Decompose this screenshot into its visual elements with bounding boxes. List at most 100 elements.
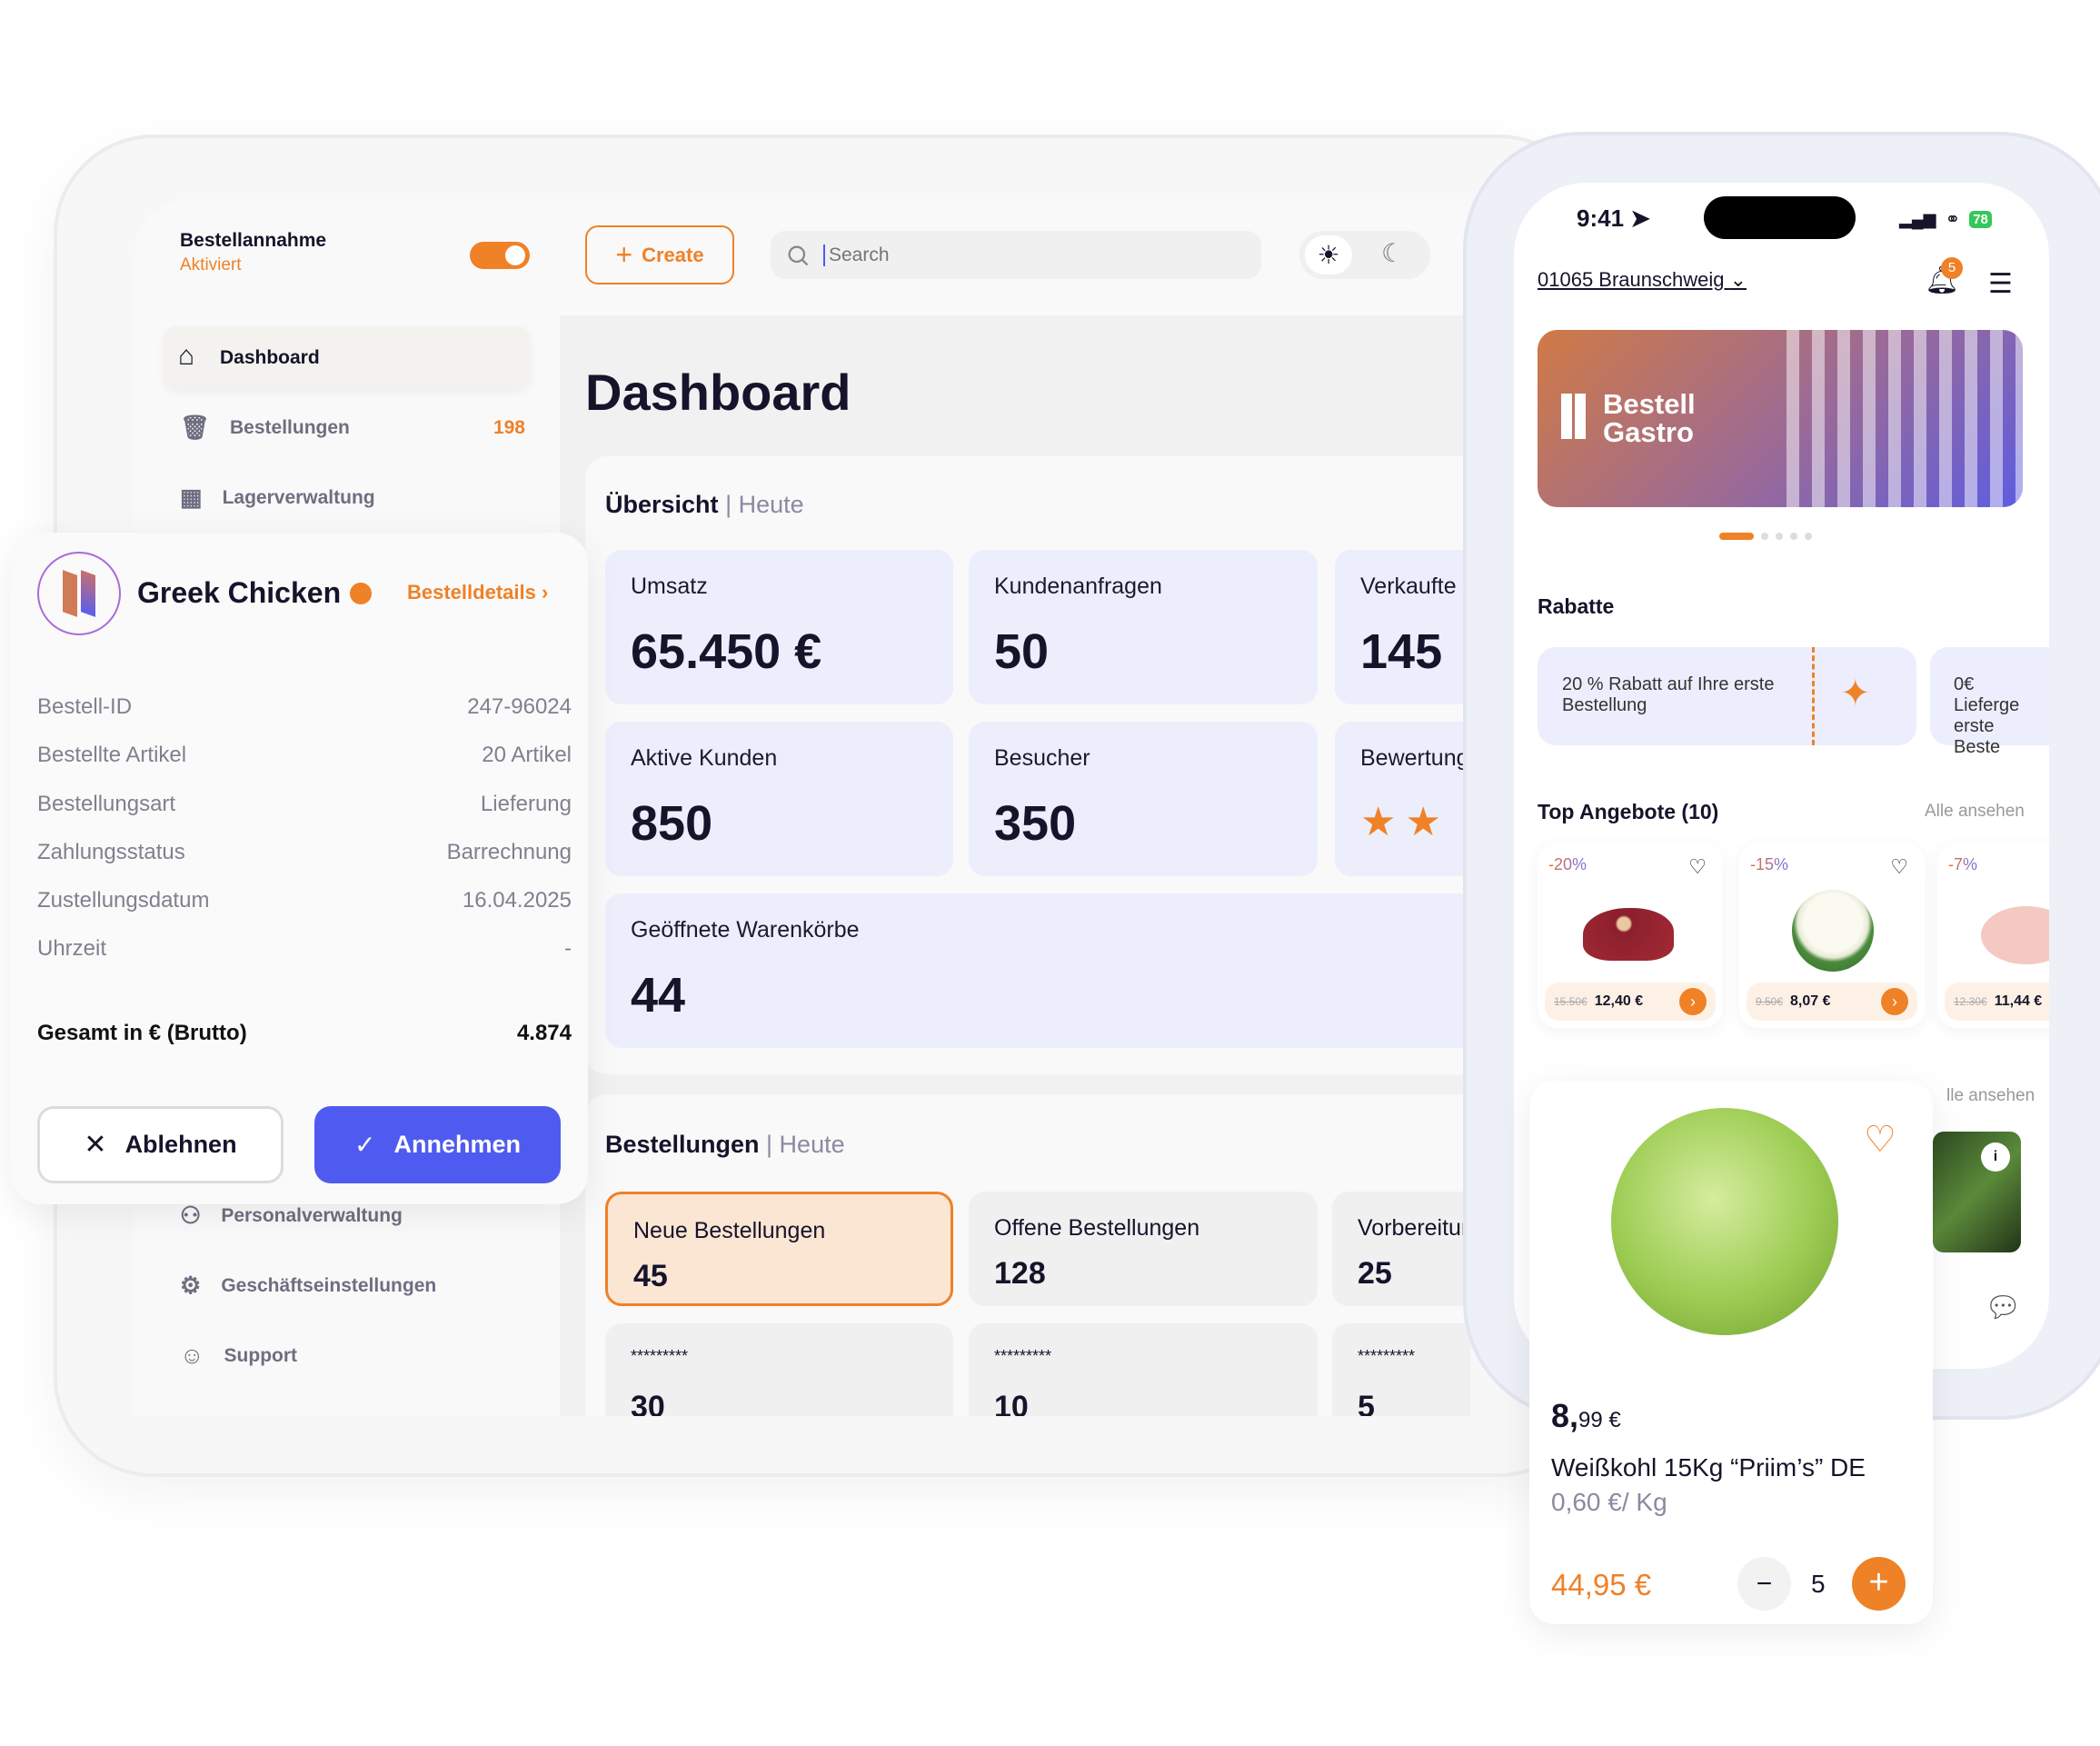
sidebar-item-label: Geschäftseinstellungen: [221, 1274, 437, 1296]
detail-row: Bestell-ID 247-96024: [37, 694, 572, 719]
detail-row: Bestellte Artikel 20 Artikel: [37, 743, 572, 767]
product-detail-card[interactable]: ♡ 8,99 € Weißkohl 15Kg “Priim’s” DE 0,60…: [1529, 1081, 1933, 1624]
sun-icon[interactable]: ☀: [1305, 235, 1352, 274]
order-value: 5: [1358, 1390, 1375, 1416]
restaurant-avatar: [37, 552, 121, 635]
order-label: *********: [1358, 1347, 1416, 1365]
stat-card-rating[interactable]: Bewertung ★★: [1335, 722, 1470, 876]
stat-card-visitors[interactable]: Besucher 350: [969, 722, 1318, 876]
chevron-right-icon: ›: [1881, 988, 1908, 1015]
gear-icon: ⚙: [180, 1272, 202, 1299]
carousel-dots[interactable]: [1719, 533, 1812, 540]
stat-value: 44: [631, 968, 686, 1023]
restaurant-name: Greek Chicken: [137, 576, 373, 610]
sidebar-item-support[interactable]: ☺ Support: [180, 1342, 297, 1370]
search-bar[interactable]: [771, 231, 1261, 279]
reject-button[interactable]: ✕ Ablehnen: [37, 1106, 284, 1183]
discount-card[interactable]: 0€ Lieferge erste Beste: [1930, 647, 2049, 757]
heart-icon[interactable]: ♡: [1864, 1119, 1896, 1161]
orders-count-badge: 198: [493, 416, 525, 438]
offer-card[interactable]: -7% 12.30€ 11,44 €: [1937, 843, 2049, 1028]
order-card-open[interactable]: Offene Bestellungen 128: [969, 1192, 1318, 1306]
overview-heading: Übersicht | Heute: [605, 491, 804, 518]
meat-image: [1583, 908, 1674, 961]
search-input[interactable]: [823, 244, 1075, 266]
order-value: 30: [631, 1390, 665, 1416]
order-acceptance-toggle[interactable]: [470, 242, 530, 269]
sidebar-item-label: Bestellungen: [230, 416, 350, 438]
order-label: *********: [631, 1347, 689, 1365]
moon-icon[interactable]: ☾: [1381, 238, 1404, 268]
sidebar-item-label: Support: [224, 1344, 298, 1366]
accept-button[interactable]: ✓ Annehmen: [314, 1106, 561, 1183]
increase-quantity-button[interactable]: +: [1852, 1557, 1906, 1611]
see-all-link[interactable]: lle ansehen: [1946, 1086, 2035, 1106]
stat-card-inquiries[interactable]: Kundenanfragen 50: [969, 550, 1318, 704]
store-image[interactable]: i: [1933, 1132, 2021, 1252]
order-details-link[interactable]: Bestelldetails ›: [407, 581, 548, 604]
chevron-right-icon: ›: [1679, 988, 1707, 1015]
smiley-icon: ☺: [180, 1342, 204, 1369]
stat-value: 350: [994, 796, 1077, 851]
order-card-new[interactable]: Neue Bestellungen 45: [605, 1192, 953, 1306]
sidebar-item-staff[interactable]: ⚇ Personalverwaltung: [180, 1202, 403, 1230]
chevron-down-icon: ⌄: [1729, 268, 1747, 291]
order-label: Neue Bestellungen: [633, 1218, 826, 1243]
sidebar-item-dashboard[interactable]: ⌂ Dashboard: [164, 326, 530, 388]
menu-icon[interactable]: ☰: [1988, 268, 2013, 300]
sidebar-item-settings[interactable]: ⚙ Geschäftseinstellungen: [180, 1272, 436, 1300]
users-icon: ⚇: [180, 1202, 202, 1229]
product-price: 8,99 €: [1551, 1397, 1621, 1434]
order-value: 45: [633, 1259, 668, 1293]
heart-icon: ♡: [1890, 855, 1908, 878]
order-card-preparing[interactable]: Vorbereitur 25: [1332, 1192, 1470, 1306]
close-icon: ✕: [84, 1130, 107, 1160]
create-button[interactable]: + Create: [585, 225, 734, 284]
chat-icon[interactable]: 💬︎: [1985, 1290, 2022, 1324]
stat-card-open-carts[interactable]: Geöffnete Warenkörbe 44: [605, 893, 1470, 1048]
stat-value: 850: [631, 796, 713, 851]
offer-card[interactable]: -15% ♡ 9.50€ 8,07 € ›: [1739, 843, 1925, 1028]
order-card[interactable]: ********* 5: [1332, 1323, 1470, 1416]
sidebar-item-label: Personalverwaltung: [221, 1204, 403, 1226]
order-value: 10: [994, 1390, 1029, 1416]
dynamic-island: [1704, 196, 1856, 239]
search-icon: [788, 245, 809, 265]
decrease-quantity-button[interactable]: −: [1737, 1557, 1791, 1611]
star-icon: ★: [1405, 800, 1450, 844]
stat-card-sold[interactable]: Verkaufte 145: [1335, 550, 1470, 704]
order-card[interactable]: ********* 30: [605, 1323, 953, 1416]
discount-card[interactable]: 20 % Rabatt auf Ihre erste Bestellung ✦: [1538, 647, 1916, 745]
stat-card-active-customers[interactable]: Aktive Kunden 850: [605, 722, 953, 876]
order-label: Offene Bestellungen: [994, 1215, 1200, 1241]
chevron-right-icon: ›: [541, 581, 549, 604]
stat-value: 65.450 €: [631, 624, 822, 679]
product-total: 44,95 €: [1551, 1568, 1652, 1601]
status-icons: ▂▄▆ ⚭ 78: [1899, 208, 1992, 231]
cabbage-image: [1611, 1108, 1838, 1335]
offer-card[interactable]: -20% ♡ 15.50€ 12,40 € ›: [1538, 843, 1723, 1028]
offers-heading: Top Angebote (10): [1538, 800, 1719, 823]
theme-switch[interactable]: ☀ ☾: [1299, 231, 1430, 279]
order-card[interactable]: ********* 10: [969, 1323, 1318, 1416]
see-all-link[interactable]: Alle ansehen: [1925, 802, 2025, 822]
stat-card-revenue[interactable]: Umsatz 65.450 €: [605, 550, 953, 704]
detail-row: Zustellungsdatum 16.04.2025: [37, 888, 572, 913]
order-value: 128: [994, 1256, 1046, 1291]
toggle-status: Aktiviert: [180, 255, 242, 274]
sidebar-item-orders[interactable]: 🗑 Bestellungen 198: [180, 414, 525, 442]
bell-icon[interactable]: 🔔︎ 5: [1925, 257, 1963, 296]
detail-row: Uhrzeit -: [37, 936, 572, 961]
stat-value: 145: [1360, 624, 1443, 679]
order-value: 25: [1358, 1256, 1392, 1291]
check-icon: ✓: [354, 1131, 376, 1159]
overview-panel: Übersicht | Heute Umsatz 65.450 € Kundena…: [585, 456, 1470, 1074]
promo-banner[interactable]: Bestell Gastro: [1538, 330, 2023, 507]
discount-text: 20 % Rabatt auf Ihre erste Bestellung: [1562, 674, 1775, 715]
sidebar-item-warehouse[interactable]: ▦ Lagerverwaltung: [180, 484, 375, 512]
star-icon: ★: [1360, 800, 1406, 844]
battery-icon: 78: [1969, 211, 1992, 228]
info-icon: i: [1981, 1142, 2010, 1172]
stat-value: 50: [994, 624, 1050, 679]
location-selector[interactable]: 01065 Braunschweig ⌄: [1538, 268, 1747, 292]
